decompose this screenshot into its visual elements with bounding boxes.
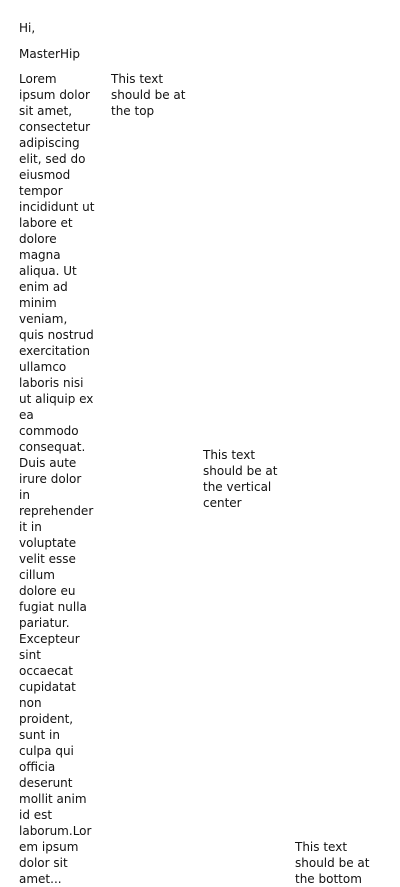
top-aligned-text: This text should be at the top xyxy=(111,72,186,118)
lorem-column: Lorem ipsum dolor sit amet, consectetur … xyxy=(19,71,103,887)
bottom-aligned-text: This text should be at the bottom xyxy=(295,840,370,886)
center-aligned-text: This text should be at the vertical cent… xyxy=(203,448,278,510)
top-column: This text should be at the top xyxy=(111,71,195,119)
greeting-hi: Hi, xyxy=(19,21,36,35)
page: Hi, MasterHip Lorem ipsum dolor sit amet… xyxy=(0,0,400,886)
lorem-paragraph: Lorem ipsum dolor sit amet, consectetur … xyxy=(19,72,95,886)
bottom-column: This text should be at the bottom xyxy=(295,839,379,887)
greeting-name: MasterHip xyxy=(19,47,80,61)
text-columns-row: Lorem ipsum dolor sit amet, consectetur … xyxy=(19,71,389,887)
center-column: This text should be at the vertical cent… xyxy=(203,447,287,511)
